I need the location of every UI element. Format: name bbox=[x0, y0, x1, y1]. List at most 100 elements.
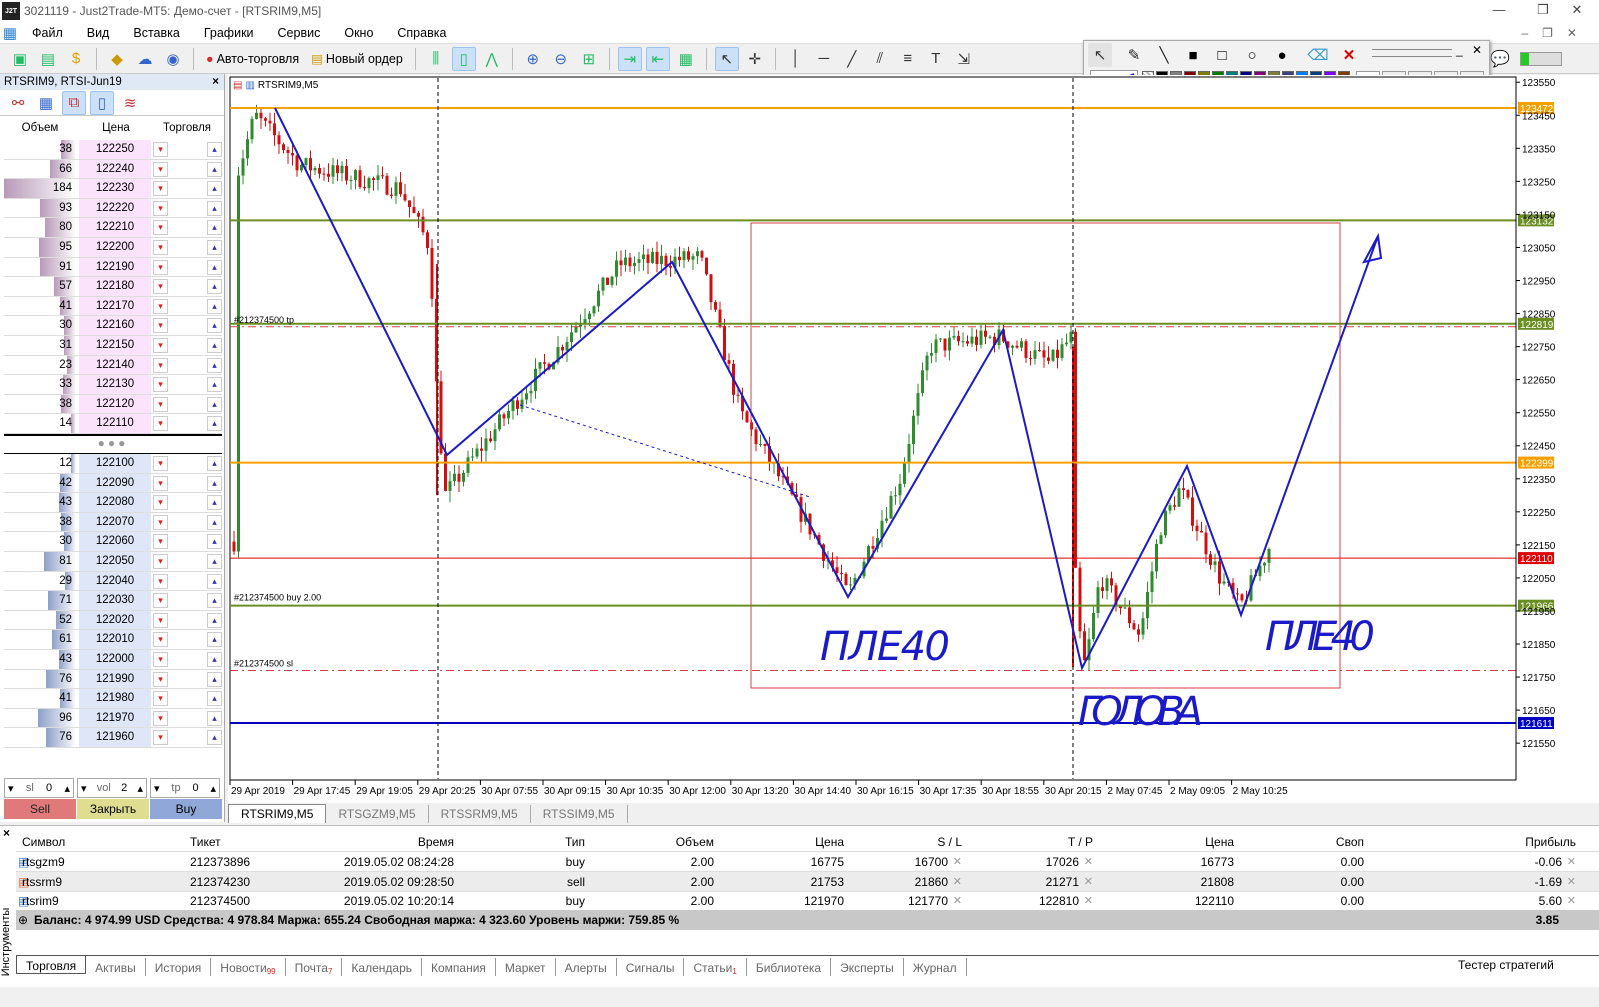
vertical-line-icon[interactable]: │ bbox=[784, 47, 808, 71]
horizontal-line-icon[interactable]: ─ bbox=[812, 47, 836, 71]
position-row[interactable]: ▤ rtsrim9 212374500 2019.05.02 10:20:14 buy 2… bbox=[16, 891, 1599, 911]
terminal-tab[interactable]: История bbox=[146, 958, 212, 976]
price[interactable]: 122120 bbox=[79, 394, 151, 414]
draw-close-button[interactable]: ✕ bbox=[1472, 43, 1482, 57]
sell-limit-icon[interactable]: ▾ bbox=[153, 279, 168, 295]
draw-minimize-button[interactable]: _ bbox=[1456, 43, 1463, 57]
chart-tab[interactable]: RTSSIM9,M5 bbox=[531, 805, 628, 823]
cloud-icon[interactable]: ☁ bbox=[133, 47, 157, 71]
buy-limit-icon[interactable]: ▴ bbox=[207, 456, 222, 471]
remove-sl-icon[interactable]: ✕ bbox=[953, 894, 962, 907]
terminal-tab[interactable]: Компания bbox=[422, 958, 496, 976]
price[interactable]: 122200 bbox=[79, 238, 151, 257]
crosshair-icon[interactable]: ✛ bbox=[743, 47, 767, 71]
sell-limit-icon[interactable]: ▾ bbox=[153, 514, 168, 530]
line-chart-icon[interactable]: ⋀ bbox=[480, 47, 504, 71]
sell-limit-icon[interactable]: ▾ bbox=[153, 632, 168, 648]
price[interactable]: 122080 bbox=[79, 493, 151, 512]
buy-limit-icon[interactable]: ▴ bbox=[207, 612, 222, 628]
buy-limit-icon[interactable]: ▴ bbox=[207, 298, 222, 314]
buy-limit-icon[interactable]: ▴ bbox=[207, 495, 222, 511]
ellipse-icon[interactable]: ○ bbox=[1240, 43, 1264, 67]
sell-limit-icon[interactable]: ▾ bbox=[153, 495, 168, 511]
close-position-button[interactable]: Закрыть bbox=[77, 799, 149, 819]
price[interactable]: 122180 bbox=[79, 277, 151, 296]
buy-limit-icon[interactable]: ▴ bbox=[207, 279, 222, 295]
line-width-selector[interactable] bbox=[1372, 49, 1452, 57]
column-header[interactable]: S / L bbox=[937, 835, 962, 849]
remove-tp-icon[interactable]: ✕ bbox=[1084, 894, 1093, 907]
buy-limit-icon[interactable]: ▴ bbox=[207, 730, 222, 746]
sell-limit-icon[interactable]: ▾ bbox=[153, 298, 168, 314]
buy-limit-icon[interactable]: ▴ bbox=[207, 573, 222, 589]
remove-sl-icon[interactable]: ✕ bbox=[953, 855, 962, 868]
price[interactable]: 122030 bbox=[79, 591, 151, 610]
column-header[interactable]: Объем bbox=[676, 835, 714, 849]
price[interactable]: 122210 bbox=[79, 218, 151, 237]
chart-canvas[interactable]: 1234721231321228191223991221101219661216… bbox=[228, 75, 1599, 803]
price[interactable]: 122140 bbox=[79, 355, 151, 375]
terminal-tab[interactable]: Торговля bbox=[16, 956, 87, 974]
sell-limit-icon[interactable]: ▾ bbox=[153, 652, 168, 667]
price[interactable]: 121980 bbox=[79, 689, 151, 708]
column-header[interactable]: Тикет bbox=[190, 835, 221, 849]
sell-limit-icon[interactable]: ▾ bbox=[153, 416, 168, 432]
menu-item[interactable]: Файл bbox=[20, 26, 75, 40]
wallet-icon[interactable]: ◆ bbox=[105, 47, 129, 71]
sell-limit-icon[interactable]: ▾ bbox=[153, 240, 168, 255]
buy-limit-icon[interactable]: ▴ bbox=[207, 161, 222, 177]
remove-profit-icon[interactable]: ✕ bbox=[1567, 894, 1576, 907]
sell-limit-icon[interactable]: ▾ bbox=[153, 318, 168, 334]
buy-limit-icon[interactable]: ▴ bbox=[207, 259, 222, 275]
sell-limit-icon[interactable]: ▾ bbox=[153, 593, 168, 609]
marker-icon[interactable]: ✎ bbox=[1122, 43, 1146, 67]
draw-select-icon[interactable]: ↖ bbox=[1088, 43, 1112, 67]
sl-down-icon[interactable]: ▾ bbox=[8, 782, 14, 795]
price[interactable]: 122150 bbox=[79, 336, 151, 355]
column-header[interactable]: Время bbox=[418, 835, 454, 849]
terminal-tab[interactable]: Маркет bbox=[496, 958, 556, 976]
sell-limit-icon[interactable]: ▾ bbox=[153, 200, 168, 216]
terminal-tab[interactable]: Новости99 bbox=[211, 958, 286, 976]
price[interactable]: 122070 bbox=[79, 512, 151, 532]
price[interactable]: 122130 bbox=[79, 375, 151, 394]
sell-limit-icon[interactable]: ▾ bbox=[153, 142, 168, 157]
candles-icon[interactable]: ▯ bbox=[451, 46, 476, 71]
shapes-icon[interactable]: ⇲ bbox=[952, 47, 976, 71]
price[interactable]: 122060 bbox=[79, 532, 151, 551]
price[interactable]: 122090 bbox=[79, 473, 151, 493]
autotrade-button[interactable]: ● Авто-торговля bbox=[202, 52, 303, 66]
menu-item[interactable]: Вставка bbox=[121, 26, 191, 40]
column-header[interactable]: Тип bbox=[565, 835, 585, 849]
sell-limit-icon[interactable]: ▾ bbox=[153, 220, 168, 236]
menu-item[interactable]: Графики bbox=[192, 26, 266, 40]
app-menu-icon[interactable]: ▦ bbox=[0, 21, 20, 45]
sell-limit-icon[interactable]: ▾ bbox=[153, 691, 168, 707]
bar-chart-icon[interactable]: ⫼ bbox=[424, 47, 448, 71]
price[interactable]: 122190 bbox=[79, 257, 151, 277]
position-row[interactable]: ▤ rtsgzm9 212373896 2019.05.02 08:24:28 buy 2… bbox=[16, 852, 1599, 872]
remove-profit-icon[interactable]: ✕ bbox=[1567, 875, 1576, 888]
sell-limit-icon[interactable]: ▾ bbox=[153, 161, 168, 177]
terminal-tab[interactable]: Эксперты bbox=[831, 958, 904, 976]
column-header[interactable]: Символ bbox=[22, 835, 65, 849]
sell-limit-icon[interactable]: ▾ bbox=[153, 377, 168, 393]
dom-table-icon[interactable]: ▦ bbox=[34, 91, 58, 115]
zoom-out-icon[interactable]: ⊖ bbox=[549, 47, 573, 71]
minimize-button[interactable]: — bbox=[1477, 0, 1521, 22]
channel-icon[interactable]: ⫽ bbox=[868, 47, 892, 71]
cursor-icon[interactable]: ↖ bbox=[714, 46, 739, 71]
menu-item[interactable]: Справка bbox=[385, 26, 458, 40]
price[interactable]: 122110 bbox=[79, 414, 151, 433]
menu-item[interactable]: Сервис bbox=[266, 26, 333, 40]
vol-down-icon[interactable]: ▾ bbox=[81, 782, 87, 795]
sell-limit-icon[interactable]: ▾ bbox=[153, 730, 168, 746]
sl-up-icon[interactable]: ▴ bbox=[64, 782, 70, 795]
chart-tab[interactable]: RTSRIM9,M5 bbox=[228, 804, 327, 823]
chat-icon[interactable]: 💬 bbox=[1490, 49, 1510, 69]
terminal-close-icon[interactable]: × bbox=[3, 826, 10, 840]
text-icon[interactable]: T bbox=[924, 47, 948, 71]
trendline-icon[interactable]: ╱ bbox=[840, 47, 864, 71]
buy-limit-icon[interactable]: ▴ bbox=[207, 377, 222, 393]
dom-ticks-icon[interactable]: ≋ bbox=[118, 91, 142, 115]
